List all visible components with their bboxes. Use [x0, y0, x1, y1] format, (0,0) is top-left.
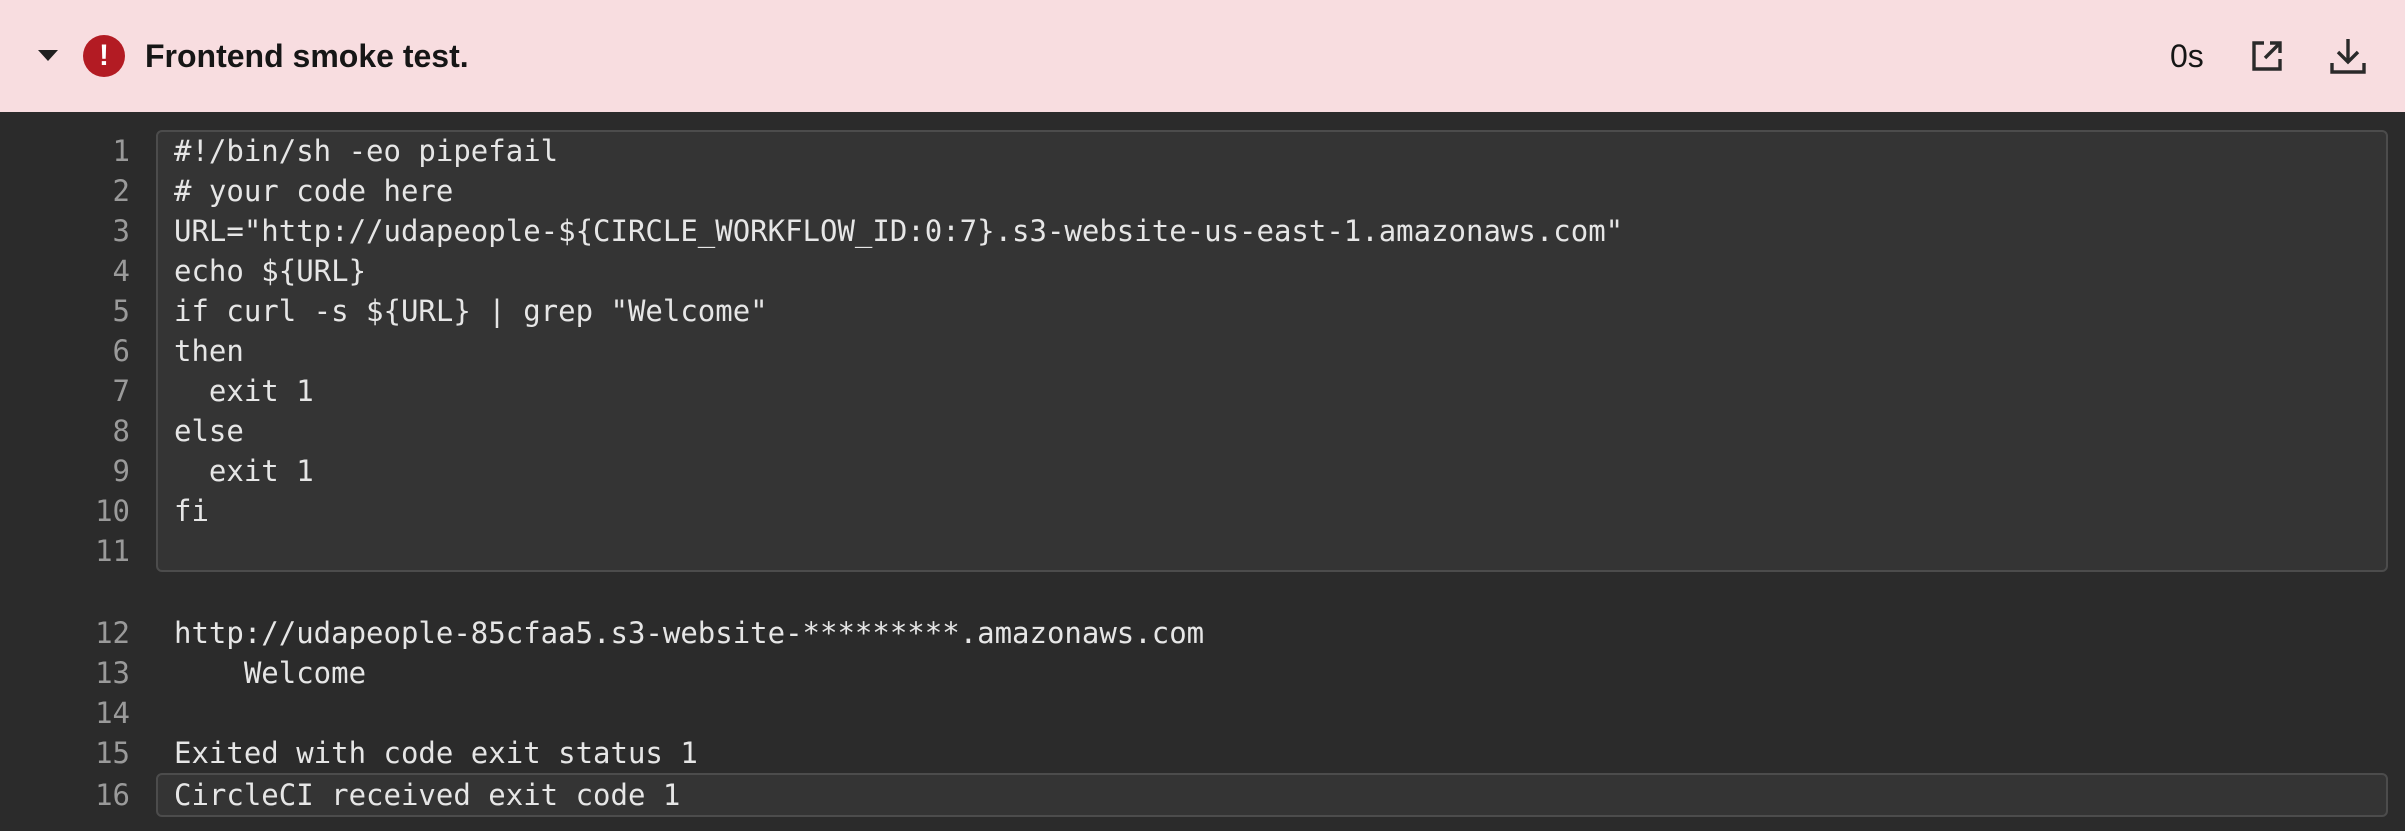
line-number: 4 — [112, 254, 130, 288]
line-number: 9 — [112, 454, 130, 488]
log-line: 13 Welcome — [0, 653, 2405, 693]
line-number: 13 — [95, 656, 130, 690]
external-link-icon — [2252, 41, 2282, 71]
line-text: # your code here — [174, 174, 454, 208]
log-line: 1 #!/bin/sh -eo pipefail — [0, 131, 2405, 171]
line-text: then — [174, 334, 244, 368]
line-text: if curl -s ${URL} | grep "Welcome" — [174, 294, 768, 328]
line-number: 14 — [95, 696, 130, 730]
log-line: 10 fi — [0, 491, 2405, 531]
open-external-button[interactable] — [2246, 35, 2288, 77]
line-number: 11 — [95, 534, 130, 568]
line-number: 8 — [112, 414, 130, 448]
line-text: Exited with code exit status 1 — [174, 736, 698, 770]
line-text: #!/bin/sh -eo pipefail — [174, 134, 559, 168]
line-number: 1 — [112, 134, 130, 168]
step-log-output: 1 #!/bin/sh -eo pipefail 2 # your code her… — [0, 112, 2405, 831]
download-button[interactable] — [2327, 35, 2369, 77]
line-text: else — [174, 414, 244, 448]
line-text: echo ${URL} — [174, 254, 367, 288]
log-line: 16 CircleCI received exit code 1 — [0, 775, 2405, 815]
line-number: 15 — [95, 736, 130, 770]
line-text: fi — [174, 494, 209, 528]
line-number: 10 — [95, 494, 130, 528]
line-text: URL="http://udapeople-${CIRCLE_WORKFLOW_… — [174, 214, 1624, 248]
log-line: 4 echo ${URL} — [0, 251, 2405, 291]
line-text: Welcome — [174, 656, 367, 690]
line-text: exit 1 — [174, 374, 314, 408]
line-number: 16 — [95, 778, 130, 812]
log-line: 14 — [0, 693, 2405, 733]
line-number: 7 — [112, 374, 130, 408]
download-icon — [2330, 39, 2366, 74]
line-number: 2 — [112, 174, 130, 208]
log-line: 11 — [0, 531, 2405, 571]
step-title: Frontend smoke test. — [145, 38, 469, 74]
line-number: 3 — [112, 214, 130, 248]
log-line: 2 # your code here — [0, 171, 2405, 211]
step-header[interactable]: ! Frontend smoke test. 0s — [0, 0, 2405, 112]
line-text: CircleCI received exit code 1 — [174, 778, 681, 812]
chevron-down-icon[interactable] — [38, 50, 58, 61]
line-text: http://udapeople-85cfaa5.s3-website-****… — [174, 616, 1205, 650]
log-line: 8 else — [0, 411, 2405, 451]
step-duration: 0s — [2170, 38, 2204, 74]
log-line: 9 exit 1 — [0, 451, 2405, 491]
line-number: 6 — [112, 334, 130, 368]
log-line: 5 if curl -s ${URL} | grep "Welcome" — [0, 291, 2405, 331]
line-number: 5 — [112, 294, 130, 328]
log-line: 15 Exited with code exit status 1 — [0, 733, 2405, 773]
log-line: 7 exit 1 — [0, 371, 2405, 411]
line-number: 12 — [95, 616, 130, 650]
log-line: 3 URL="http://udapeople-${CIRCLE_WORKFLOW… — [0, 211, 2405, 251]
log-line: 6 then — [0, 331, 2405, 371]
log-line: 12 http://udapeople-85cfaa5.s3-website-**… — [0, 613, 2405, 653]
line-text: exit 1 — [174, 454, 314, 488]
error-icon: ! — [83, 35, 125, 77]
